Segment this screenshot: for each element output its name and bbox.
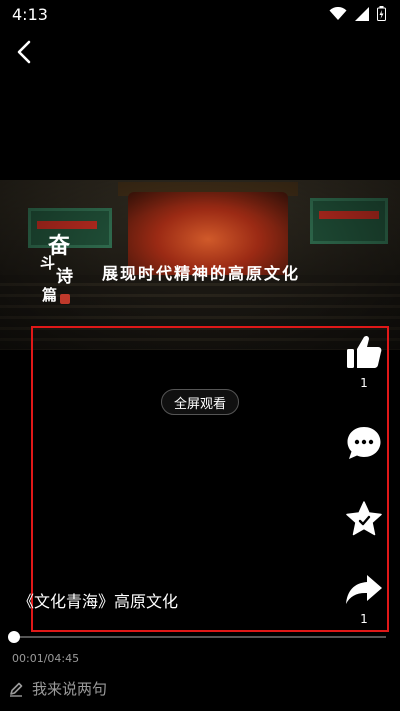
- chevron-left-icon: [17, 40, 31, 64]
- battery-icon: [377, 6, 386, 25]
- status-time: 4:13: [12, 5, 48, 24]
- thumbs-up-icon: [347, 335, 382, 368]
- share-count: 1: [360, 612, 368, 626]
- like-count: 1: [360, 376, 368, 390]
- pencil-icon: [10, 682, 23, 697]
- video-overlay-title: 展现时代精神的高原文化: [102, 264, 301, 283]
- video-title: 《文化青海》高原文化: [18, 592, 179, 611]
- progress-bar[interactable]: [8, 631, 386, 643]
- comment-icon: [347, 427, 381, 459]
- timecode: 00:01/04:45: [12, 652, 80, 665]
- comment-input[interactable]: 我来说两句: [8, 678, 107, 699]
- status-bar: 4:13: [0, 0, 400, 30]
- fullscreen-button[interactable]: 全屏观看: [161, 389, 239, 415]
- comment-placeholder: 我来说两句: [32, 680, 108, 698]
- highlight-box: [31, 326, 389, 632]
- status-icons: [329, 6, 386, 25]
- signal-icon: [355, 6, 369, 25]
- wifi-icon: [329, 6, 347, 25]
- favorite-button[interactable]: [344, 500, 384, 538]
- progress-thumb[interactable]: [8, 631, 20, 643]
- back-button[interactable]: [10, 38, 38, 66]
- calligraphy-logo: 奋 斗 诗 篇: [40, 233, 73, 304]
- video-frame[interactable]: 奋 斗 诗 篇 展现时代精神的高原文化: [0, 180, 400, 350]
- comment-button[interactable]: [344, 424, 384, 462]
- share-icon: [346, 575, 382, 604]
- share-button[interactable]: 1: [344, 572, 384, 626]
- star-icon: [346, 501, 382, 536]
- red-seal: [60, 294, 70, 304]
- like-button[interactable]: 1: [344, 332, 384, 390]
